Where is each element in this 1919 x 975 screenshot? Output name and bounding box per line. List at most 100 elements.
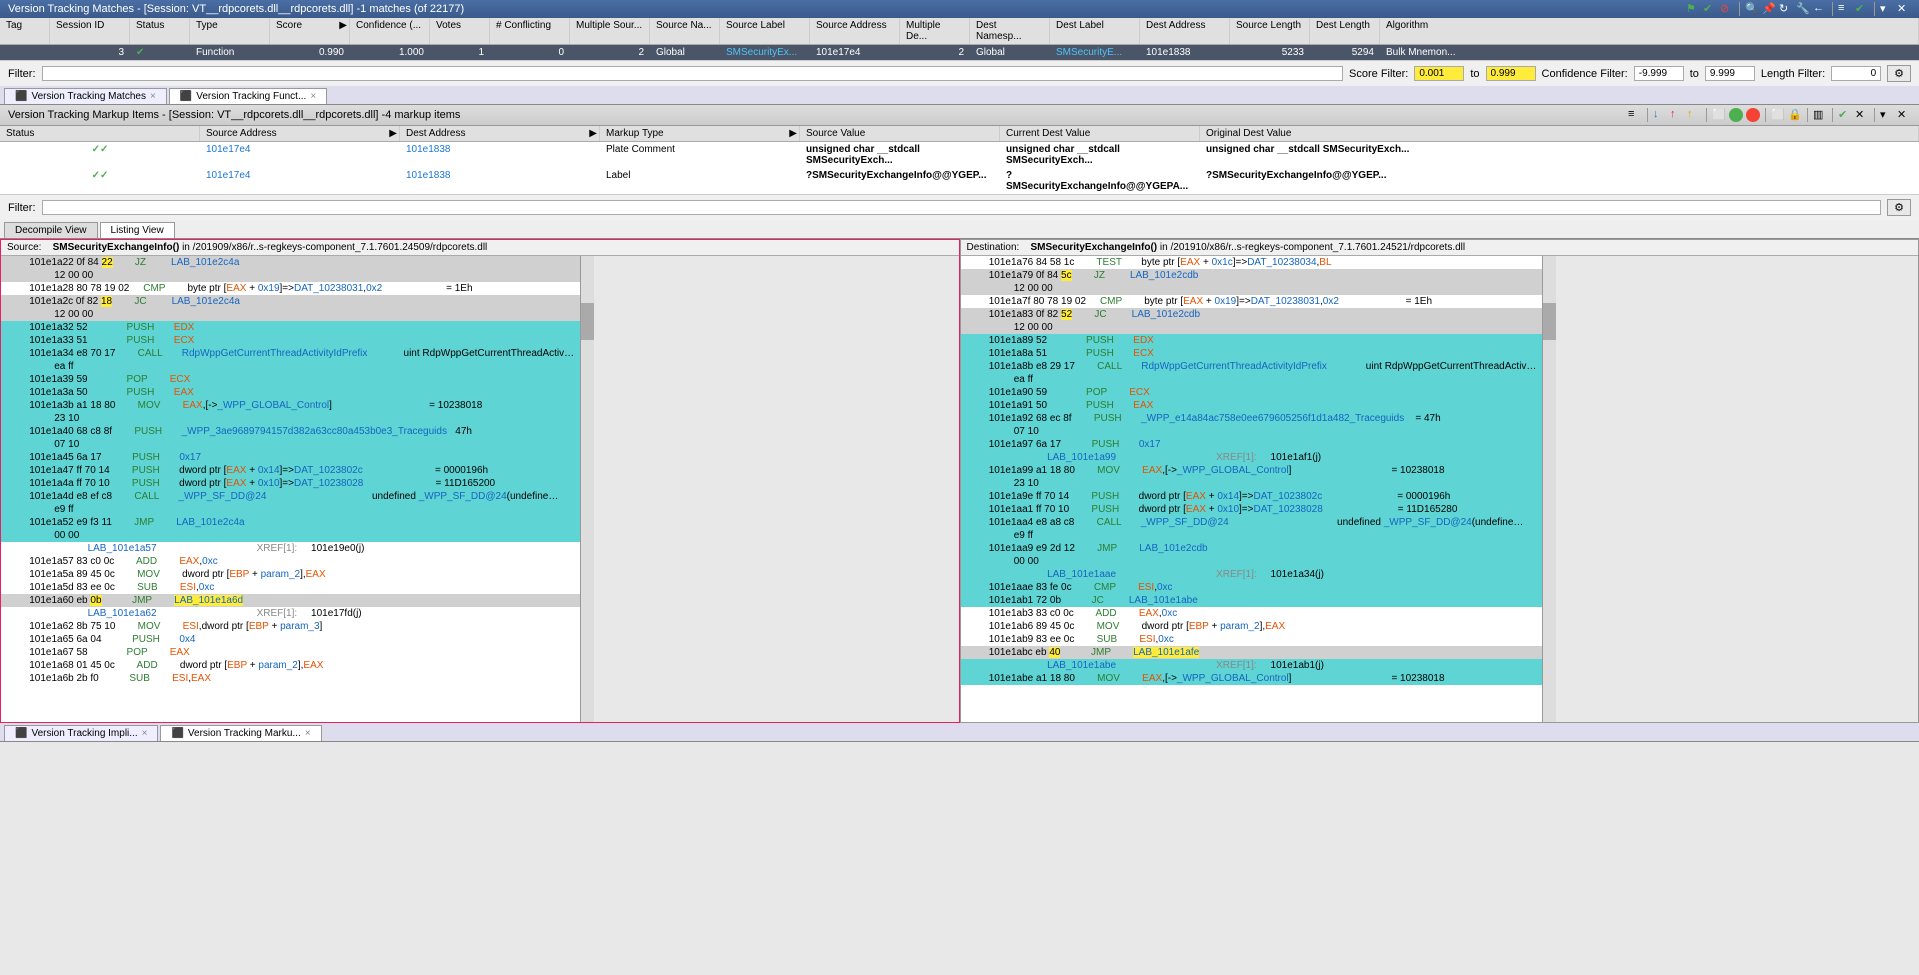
code-line[interactable]: LAB_101e1aae XREF[1]: 101e1a34(j) [961, 568, 1543, 581]
code-line[interactable]: 101e1a83 0f 82 52 JC LAB_101e2cdb [961, 308, 1543, 321]
code-line[interactable]: 101e1a3b a1 18 80 MOV EAX,[->_WPP_GLOBAL… [1, 399, 580, 412]
score-from-input[interactable] [1414, 66, 1464, 81]
tab-functions[interactable]: ⬛Version Tracking Funct...× [169, 88, 327, 104]
code-line[interactable]: 101e1aae 83 fe 0c CMP ESI,0xc [961, 581, 1543, 594]
code-line[interactable]: 101e1a91 50 PUSH EAX [961, 399, 1543, 412]
code-line[interactable]: 101e1a99 a1 18 80 MOV EAX,[->_WPP_GLOBAL… [961, 464, 1543, 477]
code-line[interactable]: 12 00 00 [1, 269, 580, 282]
matches-row[interactable]: 3 ✔ Function 0.990 1.000 1 0 2 Global SM… [0, 45, 1919, 60]
reject-markup-icon[interactable] [1746, 108, 1760, 122]
col-slen[interactable]: Source Length [1230, 18, 1310, 44]
code-line[interactable]: 07 10 [1, 438, 580, 451]
mcol-status[interactable]: Status [0, 126, 200, 141]
code-line[interactable]: 101e1a67 58 POP EAX [1, 646, 580, 659]
code-line[interactable]: 101e1ab6 89 45 0c MOV dword ptr [EBP + p… [961, 620, 1543, 633]
up2-icon[interactable]: ↑ [1687, 108, 1701, 122]
code-line[interactable]: 101e1ab3 83 c0 0c ADD EAX,0xc [961, 607, 1543, 620]
col-votes[interactable]: Votes [430, 18, 490, 44]
code-line[interactable]: 101e1ab9 83 ee 0c SUB ESI,0xc [961, 633, 1543, 646]
code-line[interactable]: 101e1a2c 0f 82 18 JC LAB_101e2c4a [1, 295, 580, 308]
score-to-input[interactable] [1486, 66, 1536, 81]
cols-icon[interactable]: ▥ [1813, 108, 1827, 122]
code-line[interactable]: 101e1a28 80 78 19 02 CMP byte ptr [EAX +… [1, 282, 580, 295]
col-srcns[interactable]: Source Na... [650, 18, 720, 44]
col-type[interactable]: Type [190, 18, 270, 44]
col-confl[interactable]: # Conflicting [490, 18, 570, 44]
flag-icon[interactable]: ⚑ [1686, 2, 1700, 16]
code-line[interactable]: 101e1a76 84 58 1c TEST byte ptr [EAX + 0… [961, 256, 1543, 269]
code-line[interactable]: 101e1a79 0f 84 5c JZ LAB_101e2cdb [961, 269, 1543, 282]
code-line[interactable]: 101e1a92 68 ec 8f PUSH _WPP_e14a84ac758e… [961, 412, 1543, 425]
code-line[interactable]: ea ff [961, 373, 1543, 386]
view-icon[interactable]: ⬜ [1771, 108, 1785, 122]
tab-implied[interactable]: ⬛Version Tracking Impli...× [4, 725, 158, 741]
code-line[interactable]: 101e1abe a1 18 80 MOV EAX,[->_WPP_GLOBAL… [961, 672, 1543, 685]
conf-to-input[interactable] [1705, 66, 1755, 81]
source-scrollbar[interactable] [580, 256, 594, 722]
list-icon[interactable]: ≡ [1838, 2, 1852, 16]
code-line[interactable]: e9 ff [961, 529, 1543, 542]
col-algo[interactable]: Algorithm [1380, 18, 1919, 44]
code-line[interactable]: LAB_101e1abe XREF[1]: 101e1ab1(j) [961, 659, 1543, 672]
wrench-icon[interactable]: 🔧 [1796, 2, 1810, 16]
col-conf[interactable]: Confidence (... [350, 18, 430, 44]
code-line[interactable]: 101e1a97 6a 17 PUSH 0x17 [961, 438, 1543, 451]
col-saddr[interactable]: Source Address [810, 18, 900, 44]
source-code-pane[interactable]: 101e1a22 0f 84 22 JZ LAB_101e2c4a 12 00 … [1, 256, 580, 722]
tab-close-icon[interactable]: × [142, 728, 148, 739]
conf-from-input[interactable] [1634, 66, 1684, 81]
col-score[interactable]: Score▶ [270, 18, 350, 44]
tab-decompile-view[interactable]: Decompile View [4, 222, 98, 238]
mcol-sval[interactable]: Source Value [800, 126, 1000, 141]
code-line[interactable]: 101e1a5d 83 ee 0c SUB ESI,0xc [1, 581, 580, 594]
dest-scrollbar[interactable] [1542, 256, 1556, 722]
filter-icon[interactable]: 🔍 [1745, 2, 1759, 16]
col-dstns[interactable]: Dest Namesp... [970, 18, 1050, 44]
mcol-cval[interactable]: Current Dest Value [1000, 126, 1200, 141]
col-tag[interactable]: Tag [0, 18, 50, 44]
col-slabel[interactable]: Source Label [720, 18, 810, 44]
col-dlen[interactable]: Dest Length [1310, 18, 1380, 44]
tab-matches[interactable]: ⬛Version Tracking Matches× [4, 88, 167, 104]
close-icon[interactable]: ✕ [1897, 2, 1911, 16]
code-line[interactable]: 101e1a47 ff 70 14 PUSH dword ptr [EAX + … [1, 464, 580, 477]
code-line[interactable]: 101e1abc eb 40 JMP LAB_101e1afe [961, 646, 1543, 659]
tab-close-icon[interactable]: × [150, 91, 156, 102]
list-icon[interactable]: ≡ [1628, 108, 1642, 122]
up-icon[interactable]: ↑ [1670, 108, 1684, 122]
markup-filter-settings-button[interactable]: ⚙ [1887, 199, 1911, 216]
code-line[interactable]: 101e1a8a 51 PUSH ECX [961, 347, 1543, 360]
code-line[interactable]: 101e1a34 e8 70 17 CALL RdpWppGetCurrentT… [1, 347, 580, 360]
code-line[interactable]: e9 ff [1, 503, 580, 516]
code-line[interactable]: 101e1a40 68 c8 8f PUSH _WPP_3ae968979415… [1, 425, 580, 438]
code-line[interactable]: 23 10 [1, 412, 580, 425]
code-line[interactable]: 101e1a57 83 c0 0c ADD EAX,0xc [1, 555, 580, 568]
code-line[interactable]: 101e1a60 eb 0b JMP LAB_101e1a6d [1, 594, 580, 607]
code-line[interactable]: 101e1a3a 50 PUSH EAX [1, 386, 580, 399]
mcol-daddr[interactable]: Dest Address▶ [400, 126, 600, 141]
code-line[interactable]: 101e1aa4 e8 a8 c8 CALL _WPP_SF_DD@24 und… [961, 516, 1543, 529]
square-icon[interactable]: ⬜ [1712, 108, 1726, 122]
code-line[interactable]: 101e1a6b 2b f0 SUB ESI,EAX [1, 672, 580, 685]
dest-code-pane[interactable]: 101e1a76 84 58 1c TEST byte ptr [EAX + 0… [961, 256, 1543, 722]
menu-icon[interactable]: ▾ [1880, 2, 1894, 16]
reject-icon[interactable]: ⊘ [1720, 2, 1734, 16]
close-panel-icon[interactable]: ✕ [1897, 108, 1911, 122]
code-line[interactable]: 101e1a33 51 PUSH ECX [1, 334, 580, 347]
mcol-type[interactable]: Markup Type▶ [600, 126, 800, 141]
code-line[interactable]: 101e1a68 01 45 0c ADD dword ptr [EBP + p… [1, 659, 580, 672]
code-line[interactable]: 101e1a5a 89 45 0c MOV dword ptr [EBP + p… [1, 568, 580, 581]
code-line[interactable]: 101e1a65 6a 04 PUSH 0x4 [1, 633, 580, 646]
filter-settings-button[interactable]: ⚙ [1887, 65, 1911, 82]
tab-close-icon[interactable]: × [310, 91, 316, 102]
refresh-icon[interactable]: ↻ [1779, 2, 1793, 16]
code-line[interactable]: 12 00 00 [1, 308, 580, 321]
check-icon[interactable]: ✔ [1838, 108, 1852, 122]
tab-markup[interactable]: ⬛Version Tracking Marku...× [160, 725, 321, 741]
col-dlabel[interactable]: Dest Label [1050, 18, 1140, 44]
code-line[interactable]: 07 10 [961, 425, 1543, 438]
accept-icon[interactable]: ✔ [1703, 2, 1717, 16]
filter-input[interactable] [42, 66, 1344, 81]
len-input[interactable] [1831, 66, 1881, 81]
code-line[interactable]: 101e1a52 e9 f3 11 JMP LAB_101e2c4a [1, 516, 580, 529]
